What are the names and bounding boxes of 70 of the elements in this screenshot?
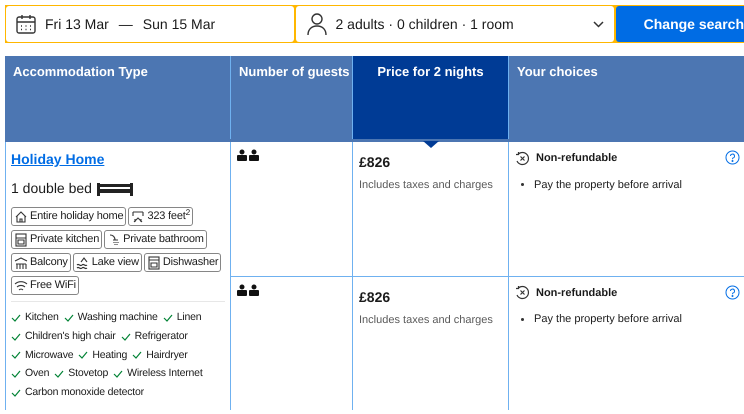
bed-icon: [96, 182, 134, 196]
shower-icon: [107, 232, 122, 246]
amenity-label: Stovetop: [68, 366, 108, 382]
calendar-icon: [15, 13, 37, 35]
amenity-label: Microwave: [25, 348, 74, 362]
price-note: Includes taxes and charges: [359, 178, 494, 193]
stove-icon: [14, 232, 28, 246]
change-search-button[interactable]: Change search: [616, 6, 744, 42]
feature-label: Lake view: [92, 255, 139, 270]
check-icon: [54, 370, 64, 378]
column-header[interactable]: Price for 2 nights: [352, 56, 508, 139]
date-field[interactable]: Fri 13 Mar — Sun 15 Mar: [6, 6, 294, 42]
amenity-label: Heating: [92, 348, 128, 362]
amenity-label: Washing machine: [78, 310, 158, 325]
price-note: Includes taxes and charges: [359, 312, 494, 328]
check-icon: [120, 332, 131, 341]
condition-text: Pay the property before arrival: [534, 312, 682, 327]
balcony-icon: [14, 256, 28, 270]
feature-label: Private bathroom: [123, 232, 204, 248]
area-icon: [131, 210, 146, 224]
check-icon: [78, 351, 88, 360]
amenity-label: Hairdryer: [146, 348, 188, 362]
two-persons-icon: [237, 284, 260, 296]
check-icon: [11, 314, 21, 322]
check-icon: [64, 314, 74, 322]
check-icon: [132, 351, 142, 360]
amenity-label: Linen: [176, 310, 202, 325]
bed-info: 1 double bed: [11, 179, 92, 198]
amenity-label: Oven: [25, 366, 50, 382]
amenity-label: Carbon monoxide detector: [25, 385, 144, 400]
check-icon: [162, 314, 173, 322]
no-refund-icon: [515, 150, 530, 166]
amenity-label: Kitchen: [25, 310, 59, 325]
feature-label: Dishwasher: [162, 255, 218, 270]
price: £826: [359, 153, 392, 172]
house-icon: [14, 210, 28, 224]
wifi-icon: [14, 278, 28, 292]
feature-label: Free WiFi: [30, 278, 76, 294]
feature-label: Private kitchen: [30, 232, 100, 248]
selected-pointer: [423, 141, 439, 148]
date-separator: —: [118, 14, 133, 34]
waves-icon: [76, 256, 90, 270]
check-in-date: Fri 13 Mar: [45, 14, 109, 34]
chevron-down-icon: [592, 20, 604, 28]
guests-summary: 2 adults · 0 children · 1 room: [336, 14, 515, 34]
dishwasher-icon: [146, 256, 161, 270]
amenity-label: Refrigerator: [134, 328, 188, 344]
feature-label: Balcony: [30, 255, 68, 270]
accommodation-link[interactable]: Holiday Home: [11, 151, 104, 167]
column-header[interactable]: Accommodation Type: [5, 56, 230, 139]
help-icon[interactable]: [725, 284, 740, 300]
guests-dropdown[interactable]: 2 adults · 0 children · 1 room: [296, 6, 614, 42]
policy-title: Non-refundable: [536, 151, 618, 166]
column-header[interactable]: Your choices: [508, 56, 744, 139]
policy-title: Non-refundable: [536, 286, 618, 300]
column-header[interactable]: Number of guests: [230, 56, 352, 139]
bullet-icon: [521, 318, 524, 321]
help-icon[interactable]: [725, 150, 740, 165]
two-persons-icon: [237, 149, 260, 161]
feature-label: Entire holiday home: [30, 209, 124, 224]
amenity-label: Children's high chair: [25, 328, 116, 344]
no-refund-icon: [515, 285, 530, 300]
check-icon: [113, 370, 124, 378]
bullet-icon: [521, 183, 524, 186]
check-out-date: Sun 15 Mar: [142, 14, 216, 34]
feature-label: 323 feet$^{2}$: [147, 208, 190, 224]
amenity-label: Wireless Internet: [127, 366, 203, 382]
person-icon: [306, 12, 328, 36]
condition-text: Pay the property before arrival: [534, 178, 682, 192]
price: £826: [359, 288, 392, 306]
